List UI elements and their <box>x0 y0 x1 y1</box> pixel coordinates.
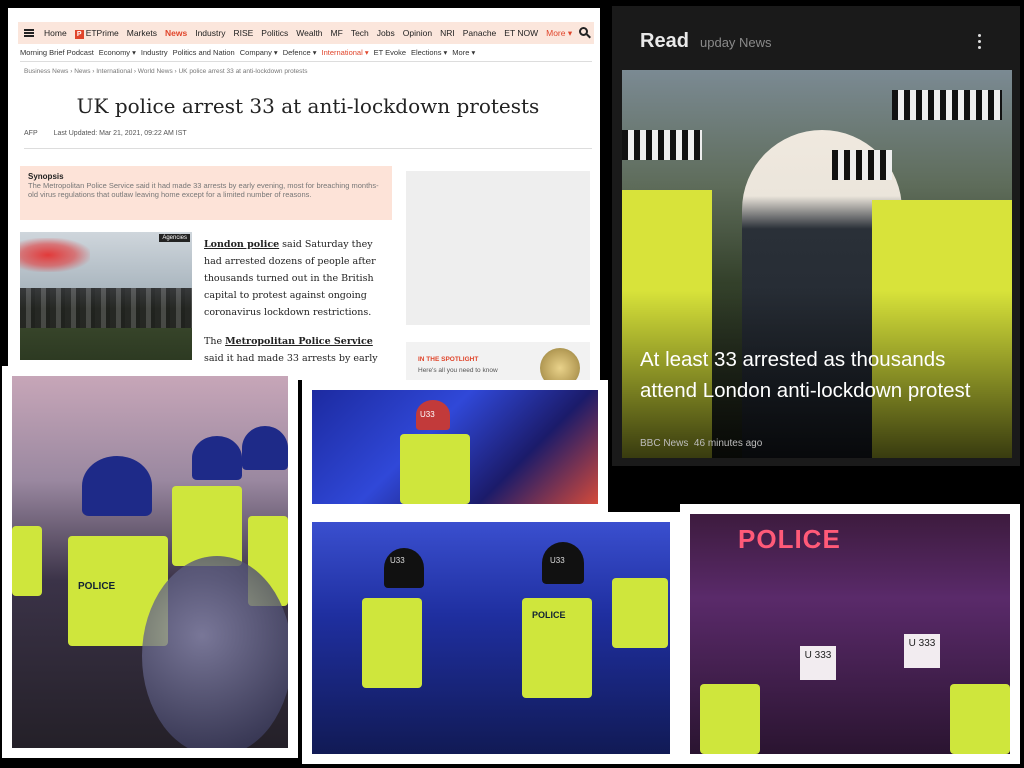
helmet-number: U33 <box>390 556 405 565</box>
et-top-nav: Home P ETPrime Markets News Industry RISE… <box>18 22 594 44</box>
officer-hat-back <box>832 150 892 180</box>
vest-label: POLICE <box>532 610 566 620</box>
subnav-defence[interactable]: Defence ▾ <box>283 48 322 61</box>
article-body: London police said Saturday they had arr… <box>204 236 388 380</box>
riot-shield <box>142 556 288 748</box>
riot-helmet <box>82 456 152 516</box>
nav-news[interactable]: News <box>161 28 191 38</box>
paragraph-1: London police said Saturday they had arr… <box>204 236 388 321</box>
subnav-politics[interactable]: Politics and Nation <box>173 48 240 61</box>
upday-source: BBC News 46 minutes ago <box>640 438 762 449</box>
nav-more[interactable]: More ▾ <box>542 28 576 39</box>
riot-helmet <box>242 426 288 470</box>
officer-hat-left <box>622 130 702 160</box>
police-van-scene: U33 <box>312 390 598 504</box>
subnav-elections[interactable]: Elections ▾ <box>411 48 452 61</box>
officer-hat-right <box>892 90 1002 120</box>
upday-header: Read upday News <box>612 6 1020 72</box>
photo-police-van: U33 <box>302 380 608 514</box>
police-vest <box>700 684 760 754</box>
officer-number-card: U 333 <box>800 646 836 680</box>
police-vest <box>12 526 42 596</box>
spotlight-label: IN THE SPOTLIGHT <box>418 356 479 363</box>
police-vehicle-scene: POLICE U 333 U 333 <box>690 514 1010 754</box>
more-options-icon[interactable] <box>978 34 982 50</box>
nav-markets[interactable]: Markets <box>123 28 161 38</box>
police-vest <box>362 598 422 688</box>
nav-politics[interactable]: Politics <box>257 28 292 38</box>
search-icon[interactable] <box>579 27 588 36</box>
breadcrumb[interactable]: Business News › News › International › W… <box>24 68 307 75</box>
vest-label: POLICE <box>78 581 116 592</box>
police-line-scene: U33 U33 POLICE <box>312 522 670 754</box>
article-photo[interactable]: Agencies <box>20 232 192 360</box>
riot-helmet <box>192 436 242 480</box>
subnav-economy[interactable]: Economy ▾ <box>99 48 141 61</box>
nav-tech[interactable]: Tech <box>347 28 373 38</box>
photo-police-vehicle-night: POLICE U 333 U 333 <box>680 504 1020 764</box>
nav-jobs[interactable]: Jobs <box>373 28 399 38</box>
paragraph-2-prefix: The <box>204 336 226 347</box>
spotlight-widget[interactable]: IN THE SPOTLIGHT Here's all you need to … <box>406 342 590 380</box>
subnav-et-evoke[interactable]: ET Evoke <box>374 48 411 61</box>
paragraph-1-text: said Saturday they had arrested dozens o… <box>204 239 376 318</box>
divider <box>24 148 592 149</box>
nav-nri[interactable]: NRI <box>436 28 459 38</box>
synopsis-text: The Metropolitan Police Service said it … <box>28 181 379 199</box>
link-london-police[interactable]: London police <box>204 239 279 250</box>
crowd <box>20 288 192 328</box>
nav-opinion[interactable]: Opinion <box>399 28 436 38</box>
police-sign: POLICE <box>738 524 841 554</box>
upday-time: 46 minutes ago <box>693 438 763 449</box>
article-meta: AFP Last Updated: Mar 21, 2021, 09:22 AM… <box>24 130 201 137</box>
nav-rise[interactable]: RISE <box>229 28 257 38</box>
helmet-number: U33 <box>550 556 565 565</box>
synopsis-label: Synopsis <box>28 172 64 181</box>
et-article-screenshot: Home P ETPrime Markets News Industry RISE… <box>8 8 600 380</box>
subnav-more[interactable]: More ▾ <box>452 48 480 61</box>
upday-brand: upday News <box>700 35 772 50</box>
article-updated: Last Updated: Mar 21, 2021, 09:22 AM IST <box>53 130 187 137</box>
police-vest <box>400 434 470 504</box>
ad-placeholder <box>406 171 590 325</box>
nav-mf[interactable]: MF <box>327 28 347 38</box>
synopsis-box: Synopsis The Metropolitan Police Service… <box>20 166 392 220</box>
red-flare-smoke <box>20 238 90 272</box>
subnav-industry[interactable]: Industry <box>141 48 173 61</box>
spotlight-thumb <box>540 348 580 380</box>
upday-source-name: BBC News <box>640 438 689 449</box>
riot-police-scene: POLICE <box>12 376 288 748</box>
etprime-icon: P <box>74 29 84 39</box>
helmet-number: U33 <box>420 410 435 419</box>
officer-number-card: U 333 <box>904 634 940 668</box>
photo-credit-tag: Agencies <box>159 234 190 242</box>
spotlight-text: Here's all you need to know <box>418 367 498 374</box>
link-met-police[interactable]: Metropolitan Police Service <box>225 336 373 347</box>
police-vest <box>172 486 242 566</box>
subnav-morning-brief[interactable]: Morning Brief Podcast <box>20 48 99 61</box>
police-vest <box>612 578 668 648</box>
subnav-company[interactable]: Company ▾ <box>240 48 283 61</box>
article-source: AFP <box>24 130 38 137</box>
police-vest <box>950 684 1010 754</box>
nav-etnow[interactable]: ET NOW <box>500 28 542 38</box>
upday-headline[interactable]: At least 33 arrested as thousands attend… <box>640 344 1000 406</box>
nav-home[interactable]: Home <box>40 28 71 38</box>
nav-etprime[interactable]: P ETPrime <box>71 28 123 39</box>
subnav-international[interactable]: International ▾ <box>321 48 373 61</box>
et-sub-nav: Morning Brief Podcast Economy ▾ Industry… <box>20 48 592 62</box>
upday-read-label: Read <box>640 30 689 52</box>
police-helmet <box>384 548 424 588</box>
photo-police-line: U33 U33 POLICE <box>302 512 680 764</box>
nav-wealth[interactable]: Wealth <box>292 28 326 38</box>
menu-icon[interactable] <box>24 29 34 37</box>
article-headline: UK police arrest 33 at anti-lockdown pro… <box>76 94 540 118</box>
photo-riot-police: POLICE <box>2 366 298 758</box>
nav-etprime-label: ETPrime <box>85 27 119 38</box>
nav-industry[interactable]: Industry <box>191 28 229 38</box>
nav-panache[interactable]: Panache <box>459 28 501 38</box>
upday-news-card[interactable]: Read upday News At least 33 arrested as … <box>612 6 1020 466</box>
